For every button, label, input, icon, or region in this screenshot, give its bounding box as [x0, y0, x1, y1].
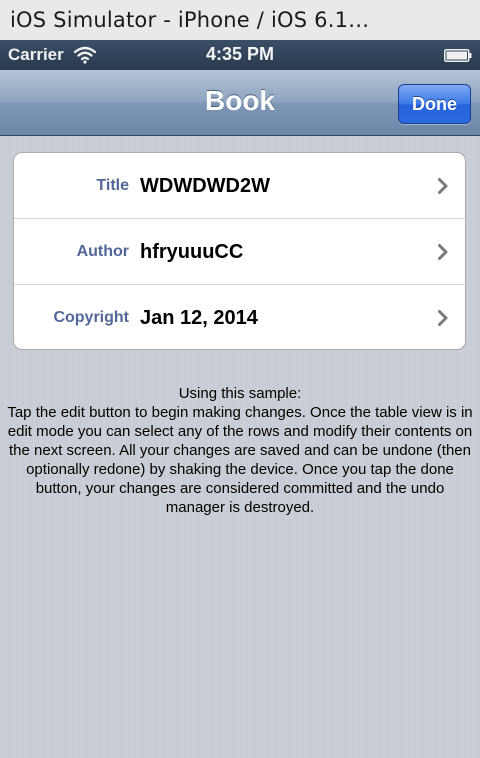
- table-row-author[interactable]: Author hfryuuuCC: [14, 219, 465, 285]
- chevron-right-icon: [438, 310, 448, 326]
- chevron-right-icon: [438, 178, 448, 194]
- row-value: WDWDWD2W: [140, 175, 270, 197]
- row-label: Copyright: [53, 309, 129, 326]
- instructions-heading: Using this sample:: [178, 385, 302, 402]
- row-label: Author: [76, 243, 129, 260]
- book-details-table: Title WDWDWD2W Author hfryuuuCC Copyrigh…: [13, 152, 466, 350]
- content-area: Title WDWDWD2W Author hfryuuuCC Copyrigh…: [0, 136, 480, 758]
- row-value: hfryuuuCC: [140, 241, 244, 263]
- done-button[interactable]: Done: [398, 84, 471, 124]
- navigation-bar: Book Done: [0, 70, 480, 136]
- table-row-copyright[interactable]: Copyright Jan 12, 2014: [14, 285, 465, 349]
- instructions-text: Using this sample: Tap the edit button t…: [6, 384, 474, 517]
- instructions-body: Tap the edit button to begin making chan…: [7, 404, 473, 516]
- status-time: 4:35 PM: [205, 44, 275, 64]
- status-bar: Carrier 4:35 PM: [0, 40, 480, 70]
- chevron-right-icon: [438, 244, 448, 260]
- table-row-title[interactable]: Title WDWDWD2W: [14, 153, 465, 219]
- battery-icon: [444, 49, 472, 62]
- simulator-titlebar: iOS Simulator - iPhone / iOS 6.1…: [0, 0, 480, 40]
- row-label: Title: [96, 177, 129, 194]
- window-title: iOS Simulator - iPhone / iOS 6.1…: [10, 8, 370, 32]
- row-value: Jan 12, 2014: [140, 307, 258, 329]
